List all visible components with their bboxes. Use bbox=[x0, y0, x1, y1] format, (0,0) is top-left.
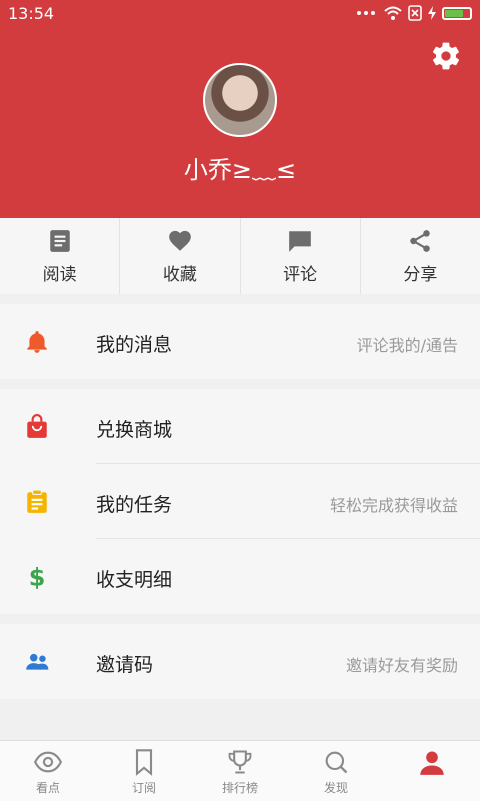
people-icon bbox=[26, 653, 49, 670]
tab-share[interactable]: 分享 bbox=[361, 218, 480, 294]
profile-header: 13:54 小乔≥﹏≤ bbox=[0, 0, 480, 218]
trophy-icon bbox=[228, 750, 252, 774]
bell-icon bbox=[27, 331, 47, 353]
nav-kandian[interactable]: 看点 bbox=[0, 741, 96, 801]
eye-icon bbox=[34, 751, 62, 773]
menu-messages-hint: 评论我的/通告 bbox=[356, 336, 458, 355]
username[interactable]: 小乔≥﹏≤ bbox=[0, 150, 480, 185]
menu-group-main: 兑换商城 我的任务 轻松完成获得收益 $ 收支明细 bbox=[0, 389, 480, 614]
tab-read-label: 阅读 bbox=[42, 264, 77, 285]
search-icon bbox=[325, 751, 348, 774]
settings-gear-icon[interactable] bbox=[430, 40, 462, 72]
menu-item-messages[interactable]: 我的消息 评论我的/通告 bbox=[0, 304, 480, 379]
nav-discover-label: 发现 bbox=[323, 781, 348, 795]
status-time: 13:54 bbox=[8, 4, 55, 23]
tab-share-label: 分享 bbox=[403, 264, 438, 285]
menu-group-invite: 邀请码 邀请好友有奖励 bbox=[0, 624, 480, 699]
tab-favorites[interactable]: 收藏 bbox=[120, 218, 241, 294]
tab-read[interactable]: 阅读 bbox=[0, 218, 121, 294]
dollar-icon: $ bbox=[29, 564, 46, 590]
share-icon bbox=[410, 229, 431, 252]
nav-discover[interactable]: 发现 bbox=[288, 741, 384, 801]
menu-invite-hint: 邀请好友有奖励 bbox=[345, 656, 458, 675]
nav-subscribe[interactable]: 订阅 bbox=[96, 741, 192, 801]
nav-profile[interactable] bbox=[384, 741, 480, 801]
status-bar: 13:54 bbox=[0, 0, 480, 28]
shopping-bag-icon bbox=[27, 414, 47, 438]
clipboard-icon bbox=[27, 489, 47, 513]
menu-invite-title: 邀请码 bbox=[96, 654, 154, 676]
nav-ranking[interactable]: 排行榜 bbox=[192, 741, 288, 801]
wifi-icon bbox=[384, 6, 402, 20]
menu-finance-title: 收支明细 bbox=[96, 569, 173, 591]
menu-tasks-title: 我的任务 bbox=[96, 494, 173, 516]
bottom-nav: 看点 订阅 排行榜 发现 bbox=[0, 740, 480, 801]
tab-comments-label: 评论 bbox=[283, 264, 318, 285]
menu-tasks-hint: 轻松完成获得收益 bbox=[329, 496, 458, 515]
tab-favorites-label: 收藏 bbox=[162, 264, 197, 285]
menu-shop-title: 兑换商城 bbox=[96, 419, 173, 441]
profile-icon bbox=[420, 751, 444, 775]
nav-ranking-label: 排行榜 bbox=[221, 781, 258, 795]
comment-icon bbox=[289, 230, 311, 252]
menu-group-messages: 我的消息 评论我的/通告 bbox=[0, 304, 480, 379]
tab-comments[interactable]: 评论 bbox=[241, 218, 361, 294]
heart-icon bbox=[169, 230, 191, 251]
menu-item-tasks[interactable]: 我的任务 轻松完成获得收益 bbox=[0, 464, 480, 539]
sim-off-icon bbox=[408, 5, 422, 21]
menu-messages-title: 我的消息 bbox=[96, 334, 173, 356]
signal-dots-icon bbox=[357, 11, 375, 15]
menu-item-invite[interactable]: 邀请码 邀请好友有奖励 bbox=[0, 624, 480, 699]
battery-icon bbox=[442, 6, 472, 20]
charging-icon bbox=[428, 6, 436, 20]
svg-text:$: $ bbox=[29, 564, 46, 590]
bookmark-icon bbox=[135, 749, 153, 776]
nav-kandian-label: 看点 bbox=[35, 781, 60, 795]
nav-subscribe-label: 订阅 bbox=[131, 781, 156, 795]
quick-tabs: 阅读 收藏 评论 分享 bbox=[0, 218, 480, 294]
article-icon bbox=[49, 229, 70, 252]
menu-item-finance[interactable]: $ 收支明细 bbox=[0, 539, 480, 614]
menu-item-shop[interactable]: 兑换商城 bbox=[0, 389, 480, 464]
avatar[interactable] bbox=[203, 63, 277, 137]
